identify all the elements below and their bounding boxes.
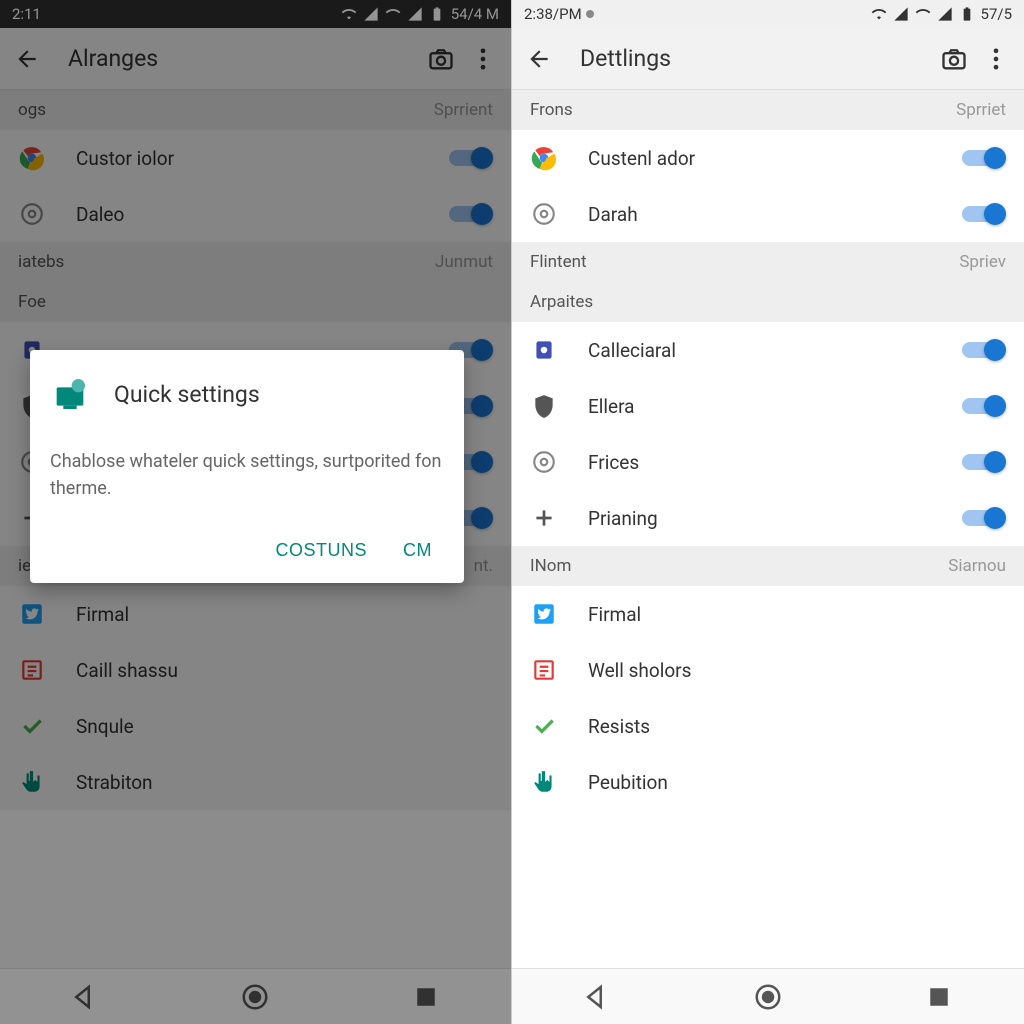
signal-icon-2: [937, 6, 953, 22]
toggle-switch[interactable]: [962, 506, 1006, 530]
signal-icon: [893, 6, 909, 22]
circle-icon: [530, 448, 558, 476]
section-header: Arpaites: [512, 282, 1024, 322]
dialog-action-cm[interactable]: CM: [403, 540, 432, 561]
item-label: Calleciaral: [588, 339, 962, 362]
list-item[interactable]: Custenl ador: [512, 130, 1024, 186]
dialog-body: Chablose whateler quick settings, surtpo…: [50, 448, 444, 502]
status-battery: 57/5: [981, 5, 1012, 23]
toggle-switch[interactable]: [962, 450, 1006, 474]
section-title: INom: [530, 556, 571, 576]
dialog-title: Quick settings: [114, 381, 260, 408]
list-item[interactable]: Ellera: [512, 378, 1024, 434]
section-title: Frons: [530, 100, 573, 120]
page-title: Dettlings: [580, 45, 926, 72]
section-sub: Siarnou: [948, 556, 1006, 576]
section-header: Frons Sprriet: [512, 90, 1024, 130]
shield-icon: [530, 392, 558, 420]
toggle-switch[interactable]: [962, 338, 1006, 362]
circle-icon: [530, 200, 558, 228]
section-title: Flintent: [530, 252, 587, 272]
plus-icon: [530, 504, 558, 532]
dialog-action-costuns[interactable]: COSTUNS: [275, 540, 367, 561]
list-item[interactable]: Peubition: [512, 754, 1024, 810]
box-icon: [530, 336, 558, 364]
status-bar: 2:38/PM 57/5: [512, 0, 1024, 28]
section-sub: Sprriet: [956, 100, 1006, 120]
item-label: Darah: [588, 203, 962, 226]
item-label: Prianing: [588, 507, 962, 530]
list-item[interactable]: Prianing: [512, 490, 1024, 546]
section-title: Arpaites: [530, 292, 593, 312]
section-header: INom Siarnou: [512, 546, 1024, 586]
list-item[interactable]: Frices: [512, 434, 1024, 490]
wifi-icon: [871, 6, 887, 22]
back-icon[interactable]: [526, 46, 552, 72]
nav-recent-icon[interactable]: [924, 982, 954, 1012]
toggle-switch[interactable]: [962, 394, 1006, 418]
list-icon: [530, 656, 558, 684]
screen-right: 2:38/PM 57/5 Dettlings Frons Sprriet Custe…: [512, 0, 1024, 1024]
item-label: Peubition: [588, 771, 1006, 794]
nav-bar: [512, 968, 1024, 1024]
screen-left: 2:11 54/4 M Alranges ogsSprrientCustor i…: [0, 0, 512, 1024]
battery-icon: [959, 6, 975, 22]
item-label: Resists: [588, 715, 1006, 738]
toggle-switch[interactable]: [962, 202, 1006, 226]
twitter-icon: [530, 600, 558, 628]
section-sub: Spriev: [959, 252, 1006, 272]
status-time: 2:38/PM: [524, 5, 595, 23]
item-label: Ellera: [588, 395, 962, 418]
item-label: Well sholors: [588, 659, 1006, 682]
dialog: Quick settings Chablose whateler quick s…: [30, 350, 464, 583]
check-icon: [530, 712, 558, 740]
item-label: Custenl ador: [588, 147, 962, 170]
item-label: Frices: [588, 451, 962, 474]
content-area: Frons Sprriet Custenl ador Darah Flintent Spr…: [512, 90, 1024, 968]
toggle-switch[interactable]: [962, 146, 1006, 170]
list-item[interactable]: Firmal: [512, 586, 1024, 642]
list-item[interactable]: Darah: [512, 186, 1024, 242]
overflow-icon[interactable]: [982, 45, 1010, 73]
nav-back-icon[interactable]: [582, 982, 612, 1012]
dialog-icon: [50, 374, 90, 414]
chrome-icon: [530, 144, 558, 172]
list-item[interactable]: Resists: [512, 698, 1024, 754]
camera-icon[interactable]: [940, 45, 968, 73]
list-item[interactable]: Calleciaral: [512, 322, 1024, 378]
wifi-icon-2: [915, 6, 931, 22]
list-item[interactable]: Well sholors: [512, 642, 1024, 698]
nav-home-icon[interactable]: [753, 982, 783, 1012]
item-label: Firmal: [588, 603, 1006, 626]
section-header: Flintent Spriev: [512, 242, 1024, 282]
hand-icon: [530, 768, 558, 796]
app-bar: Dettlings: [512, 28, 1024, 90]
